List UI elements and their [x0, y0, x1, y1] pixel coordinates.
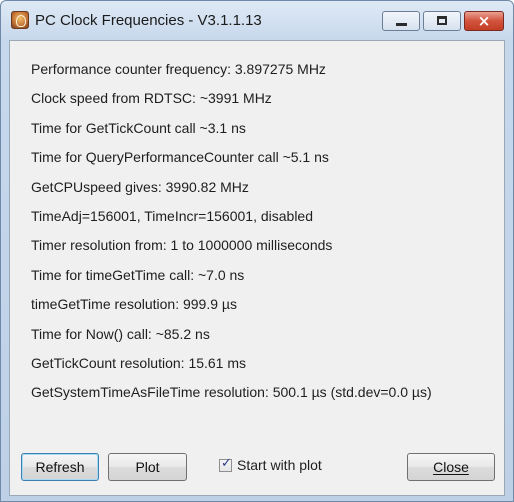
plot-button[interactable]: Plot [108, 453, 187, 481]
info-now-call-time: Time for Now() call: ~85.2 ns [31, 325, 210, 342]
maximize-button[interactable] [423, 11, 461, 31]
info-timegettime-resolution: timeGetTime resolution: 999.9 µs [31, 296, 237, 313]
clock-info-list: Performance counter frequency: 3.897275 … [31, 59, 432, 412]
minimize-button[interactable] [382, 11, 420, 31]
start-with-plot-checkbox[interactable]: ✓ [219, 456, 232, 472]
info-getcpuspeed: GetCPUspeed gives: 3990.82 MHz [31, 178, 249, 195]
info-performance-counter-frequency: Performance counter frequency: 3.897275 … [31, 61, 326, 77]
app-window: PC Clock Frequencies - V3.1.1.13 × Perfo… [0, 0, 514, 502]
close-icon: × [477, 12, 491, 30]
close-button-label: Close [433, 459, 469, 475]
refresh-button[interactable]: Refresh [21, 453, 99, 481]
dialog-client-area: Performance counter frequency: 3.897275 … [9, 40, 505, 496]
info-gettickcount-call-time: Time for GetTickCount call ~3.1 ns [31, 119, 246, 136]
maximize-icon [437, 16, 447, 25]
close-window-button[interactable]: × [464, 11, 504, 31]
checkmark-icon: ✓ [221, 456, 232, 471]
info-filetime-resolution: GetSystemTimeAsFileTime resolution: 500.… [31, 384, 432, 401]
info-gettickcount-resolution: GetTickCount resolution: 15.61 ms [31, 354, 247, 371]
clock-app-icon[interactable] [11, 11, 29, 29]
info-timegettime-call-time: Time for timeGetTime call: ~7.0 ns [31, 266, 245, 283]
close-button[interactable]: Close [407, 453, 495, 481]
minimize-icon [396, 23, 407, 26]
info-rdtsc-clock-speed: Clock speed from RDTSC: ~3991 MHz [31, 90, 272, 107]
title-bar[interactable]: PC Clock Frequencies - V3.1.1.13 × [1, 1, 513, 39]
info-timer-resolution: Timer resolution from: 1 to 1000000 mill… [31, 237, 333, 254]
start-with-plot-label[interactable]: Start with plot [237, 457, 322, 473]
window-title: PC Clock Frequencies - V3.1.1.13 [35, 12, 262, 29]
info-qpc-call-time: Time for QueryPerformanceCounter call ~5… [31, 149, 329, 166]
info-timeadj: TimeAdj=156001, TimeIncr=156001, disable… [31, 207, 313, 224]
